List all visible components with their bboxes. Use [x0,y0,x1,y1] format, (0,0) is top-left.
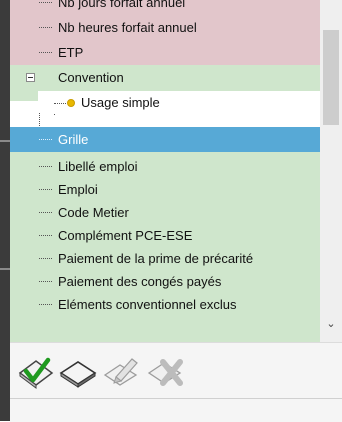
tree-branch [39,166,52,167]
tree-item-complement-pce-ese[interactable]: Complément PCE-ESE [10,223,320,248]
tree-item-label: Grille [58,132,89,147]
tree-item-libelle-emploi[interactable]: Libellé emploi [10,154,320,179]
tree-item-code-metier[interactable]: Code Metier [10,200,320,225]
border-mark [0,140,10,142]
tree-item-label: Libellé emploi [58,159,138,174]
tree-branch [39,139,52,140]
scroll-down-arrow-icon[interactable]: ⌄ [325,318,337,330]
tree-branch [39,258,52,259]
tree-item-nb-heures-forfait[interactable]: Nb heures forfait annuel [10,15,320,40]
tree-item-grille[interactable]: Grille [10,127,320,152]
tree-item-label: Eléments conventionnel exclus [58,297,237,312]
border-mark [0,268,10,270]
tree-branch [39,2,52,3]
tree-item-label: Paiement de la prime de précarité [58,251,254,266]
tree-item-conges-payes[interactable]: Paiement des congés payés [10,269,320,294]
tree-item-etp[interactable]: ETP [10,40,320,65]
edit-button[interactable] [102,353,142,391]
tree-item-label: Convention [58,70,124,85]
tree-item-label: Nb heures forfait annuel [58,20,197,35]
vertical-scrollbar[interactable]: ⌄ [320,0,342,342]
delete-button[interactable] [146,353,186,391]
erase-button[interactable] [58,353,98,391]
tree-branch [39,281,52,282]
tree-branch [39,189,52,190]
tree-item-nb-jours-forfait[interactable]: Nb jours forfait annuel [10,0,320,15]
tree-item-usage-simple[interactable]: Usage simple [38,91,320,113]
tree-branch [39,235,52,236]
tree-item-label: Complément PCE-ESE [58,228,193,243]
delete-cross-icon [147,359,183,386]
tree-item-prime-precarite[interactable]: Paiement de la prime de précarité [10,246,320,271]
tree-branch [39,212,52,213]
footer-divider [10,398,342,399]
tree-branch [39,304,52,305]
scrollbar-thumb[interactable] [323,30,339,125]
tree-item-label: Emploi [58,182,98,197]
tree-item-label: ETP [58,45,84,60]
tree-item-label: Nb jours forfait annuel [58,0,186,10]
edit-pencil-icon [103,358,138,386]
validate-button[interactable] [16,353,56,391]
action-toolbar [10,342,342,422]
tree-branch [39,27,52,28]
tree-branch [54,103,66,104]
bullet-dot-icon [67,99,75,107]
tree-item-emploi[interactable]: Emploi [10,177,320,202]
collapse-toggle-icon[interactable] [26,73,35,82]
tree-branch [39,52,52,53]
tree-item-elements-exclus[interactable]: Eléments conventionnel exclus [10,292,320,317]
tree-item-label: Paiement des congés payés [58,274,222,289]
validate-green-check-icon [18,357,54,389]
tree-item-label: Code Metier [58,205,129,220]
eraser-icon [59,361,97,388]
tree-view[interactable]: Nb jours forfait annuel Nb heures forfai… [10,0,321,342]
tree-item-label: Usage simple [81,95,160,110]
left-window-border [0,0,10,421]
